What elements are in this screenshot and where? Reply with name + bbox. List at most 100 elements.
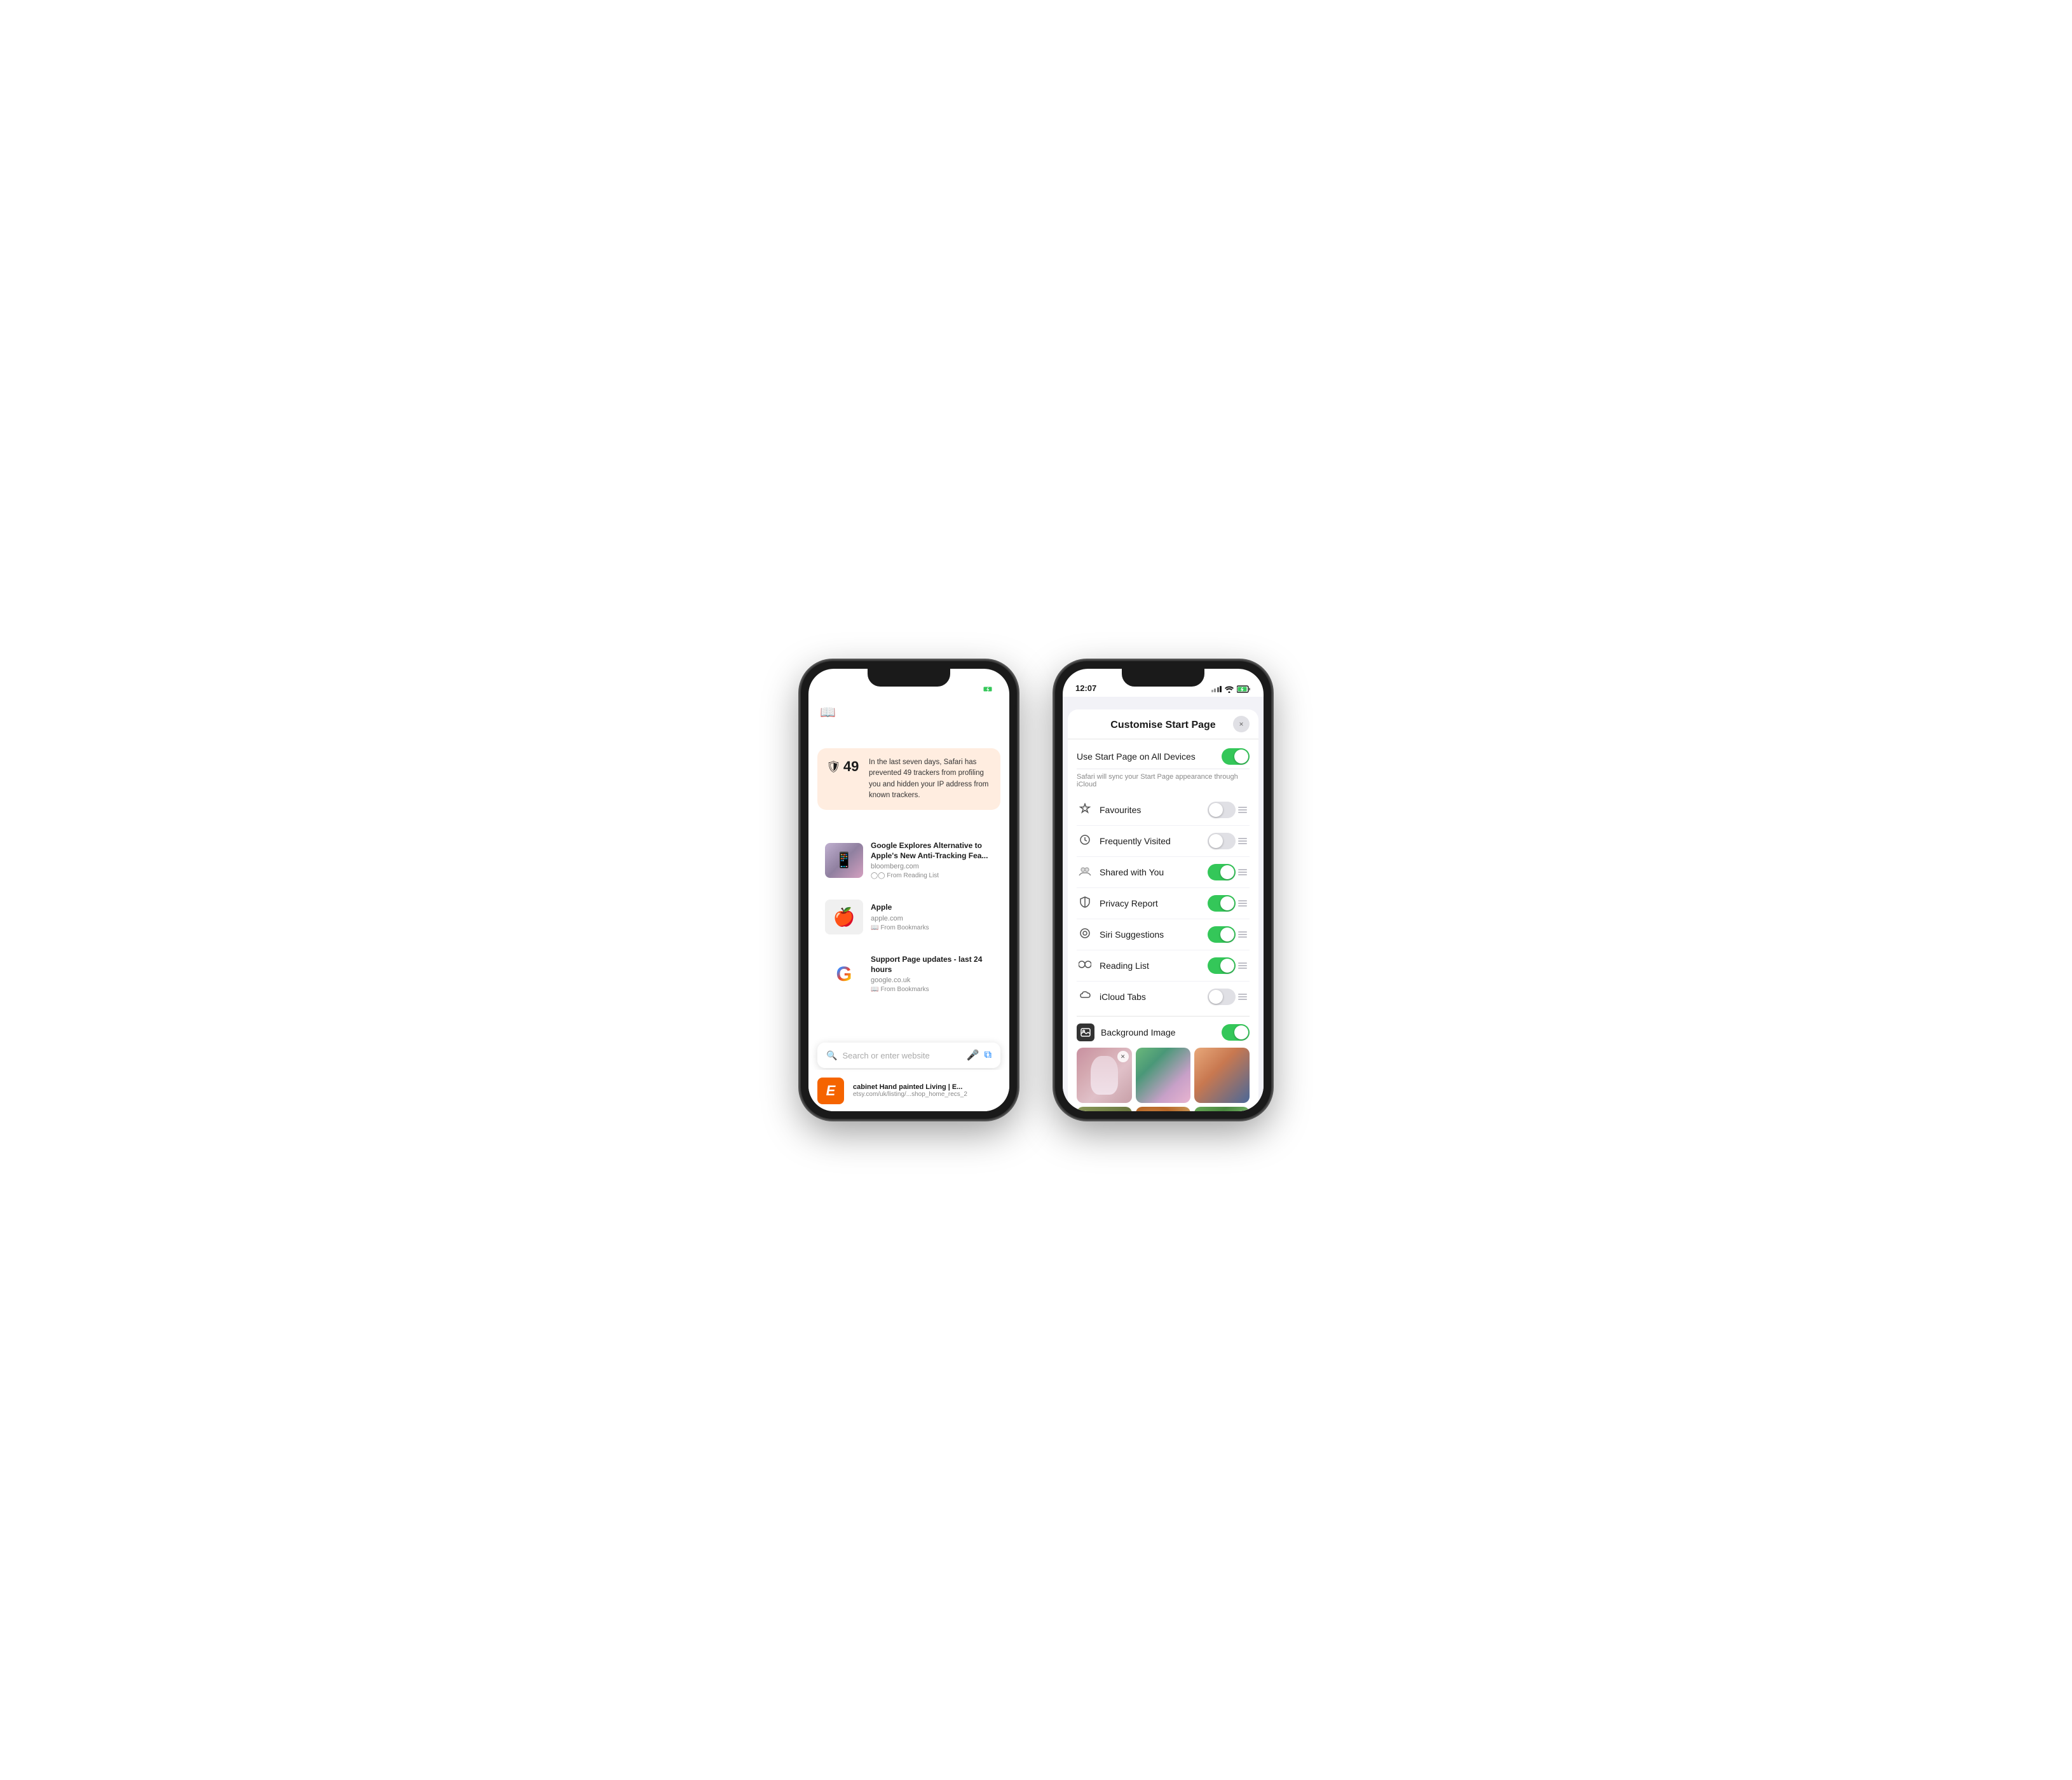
apple-source: 📖 From Bookmarks bbox=[871, 924, 993, 931]
bg-thumb-1[interactable] bbox=[1077, 1048, 1132, 1103]
search-bar[interactable]: 🔍 Search or enter website 🎤 ⧉ bbox=[817, 1043, 1000, 1068]
reading-list-drag-handle[interactable] bbox=[1236, 960, 1250, 971]
etsy-icon: E bbox=[817, 1078, 844, 1104]
settings-row-frequently-visited: Frequently Visited bbox=[1077, 826, 1250, 857]
shared-with-you-drag-handle[interactable] bbox=[1236, 866, 1250, 878]
siri-title: Siri Suggestions bbox=[817, 812, 918, 827]
bg-thumb-4[interactable] bbox=[1077, 1107, 1132, 1111]
settings-row-siri-suggestions: Siri Suggestions bbox=[1077, 919, 1250, 950]
favourites-icon bbox=[1077, 803, 1093, 818]
siri-header: Siri Suggestions Show All › bbox=[817, 812, 1000, 827]
right-screen-content: Customise Start Page × Use Start Page on… bbox=[1063, 697, 1264, 1111]
google-domain: google.co.uk bbox=[871, 976, 993, 984]
bg-thumb-3[interactable] bbox=[1194, 1048, 1250, 1103]
google-title: Support Page updates - last 24 hours bbox=[871, 955, 993, 975]
reading-list-toggle[interactable] bbox=[1208, 957, 1236, 974]
left-phone: 11:24 bbox=[801, 661, 1017, 1119]
modal-header: Customise Start Page × bbox=[1068, 709, 1258, 739]
frequently-visited-label: Frequently Visited bbox=[1100, 836, 1208, 846]
main-toggle-row: Use Start Page on All Devices bbox=[1077, 739, 1250, 769]
apple-domain: apple.com bbox=[871, 915, 993, 922]
bloomberg-info: Google Explores Alternative to Apple's N… bbox=[871, 841, 993, 879]
background-image-section: Background Image bbox=[1068, 1016, 1258, 1111]
bottom-card-title: cabinet Hand painted Living | E... bbox=[853, 1083, 1000, 1091]
icloud-tabs-drag-handle[interactable] bbox=[1236, 991, 1250, 1003]
background-image-icon bbox=[1077, 1023, 1094, 1041]
settings-row-shared-with-you: Shared with You bbox=[1077, 857, 1250, 888]
icloud-tabs-toggle[interactable] bbox=[1208, 989, 1236, 1005]
toggle-knob bbox=[1234, 750, 1248, 763]
toggle-section: Use Start Page on All Devices Safari wil… bbox=[1068, 739, 1258, 795]
bottom-card-etsy[interactable]: E cabinet Hand painted Living | E... ets… bbox=[808, 1070, 1009, 1111]
right-battery-icon bbox=[1237, 685, 1251, 693]
siri-suggestions-section: Siri Suggestions Show All › 📱 Google Exp… bbox=[817, 812, 1000, 1006]
privacy-card[interactable]: 🛡 49 In the last seven days, Safari has … bbox=[817, 748, 1000, 810]
wifi-icon bbox=[970, 685, 980, 693]
apple-title: Apple bbox=[871, 903, 993, 913]
battery-icon bbox=[983, 685, 997, 693]
main-toggle-label: Use Start Page on All Devices bbox=[1077, 751, 1196, 762]
google-info: Support Page updates - last 24 hours goo… bbox=[871, 955, 993, 993]
background-image-toggle[interactable] bbox=[1222, 1024, 1250, 1041]
bg-thumb-6[interactable] bbox=[1194, 1107, 1250, 1111]
frequently-visited-drag-handle[interactable] bbox=[1236, 835, 1250, 847]
settings-list: Favourites bbox=[1068, 795, 1258, 1012]
suggestion-card-apple[interactable]: 🍎 Apple apple.com 📖 From Bookmarks bbox=[817, 892, 1000, 942]
privacy-section: Privacy Report 🛡 49 In the last seven da… bbox=[817, 725, 1000, 810]
signal-icon bbox=[957, 686, 968, 692]
search-input[interactable]: Search or enter website bbox=[842, 1051, 961, 1060]
background-image-grid bbox=[1077, 1048, 1250, 1111]
right-phone: 12:07 bbox=[1055, 661, 1271, 1119]
settings-row-icloud-tabs: iCloud Tabs bbox=[1077, 982, 1250, 1012]
privacy-report-drag-handle[interactable] bbox=[1236, 898, 1250, 909]
reading-list-label: Reading List bbox=[1100, 961, 1208, 971]
right-notch bbox=[1122, 669, 1204, 687]
google-source: 📖 From Bookmarks bbox=[871, 986, 993, 993]
frequently-visited-toggle[interactable] bbox=[1208, 833, 1236, 849]
privacy-report-label: Privacy Report bbox=[1100, 898, 1208, 908]
reading-list-icon bbox=[1077, 960, 1093, 972]
favourites-toggle[interactable] bbox=[1208, 802, 1236, 818]
show-all-button[interactable]: Show All › bbox=[964, 815, 1000, 825]
siri-suggestions-toggle[interactable] bbox=[1208, 926, 1236, 943]
shared-with-you-toggle[interactable] bbox=[1208, 864, 1236, 880]
main-toggle-switch[interactable] bbox=[1222, 748, 1250, 765]
bookmarks-icon: 📖 bbox=[820, 704, 836, 720]
suggestion-card-google[interactable]: G Support Page updates - last 24 hours g… bbox=[817, 947, 1000, 1001]
bg-thumb-2[interactable] bbox=[1136, 1048, 1191, 1103]
notch bbox=[868, 669, 950, 687]
suggestion-card-bloomberg[interactable]: 📱 Google Explores Alternative to Apple's… bbox=[817, 833, 1000, 887]
siri-suggestions-drag-handle[interactable] bbox=[1236, 929, 1250, 940]
favourites-label: Favourites bbox=[1100, 805, 1208, 815]
icloud-tabs-icon bbox=[1077, 991, 1093, 1003]
privacy-title: Privacy Report bbox=[817, 725, 1000, 742]
tabs-icon[interactable]: ⧉ bbox=[985, 1050, 992, 1061]
siri-suggestions-label: Siri Suggestions bbox=[1100, 929, 1208, 940]
microphone-icon[interactable]: 🎤 bbox=[967, 1049, 979, 1062]
right-phone-screen: 12:07 bbox=[1063, 669, 1264, 1111]
modal-close-button[interactable]: × bbox=[1233, 716, 1250, 732]
favourites-drag-handle[interactable] bbox=[1236, 804, 1250, 816]
background-image-label: Background Image bbox=[1101, 1027, 1222, 1037]
left-screen-content: 📖 Privacy Report 🛡 49 In the last seven … bbox=[808, 697, 1009, 1111]
bloomberg-domain: bloomberg.com bbox=[871, 863, 993, 870]
right-time-display: 12:07 bbox=[1075, 683, 1096, 693]
bloomberg-thumbnail: 📱 bbox=[825, 843, 863, 878]
bottom-card-domain: etsy.com/uk/listing/...shop_home_recs_2 bbox=[853, 1091, 1000, 1098]
bloomberg-source: ◯◯ From Reading List bbox=[871, 872, 993, 879]
settings-row-reading-list: Reading List bbox=[1077, 950, 1250, 982]
search-icon: 🔍 bbox=[826, 1050, 837, 1061]
privacy-badge: 🛡 49 bbox=[826, 758, 861, 775]
privacy-report-icon bbox=[1077, 896, 1093, 911]
bg-thumb-5[interactable] bbox=[1136, 1107, 1191, 1111]
apple-thumbnail: 🍎 bbox=[825, 900, 863, 934]
background-image-header: Background Image bbox=[1077, 1016, 1250, 1048]
shared-with-you-label: Shared with You bbox=[1100, 867, 1208, 877]
bottom-card-info: cabinet Hand painted Living | E... etsy.… bbox=[853, 1083, 1000, 1098]
time-display: 11:24 bbox=[821, 683, 842, 693]
right-signal-icon bbox=[1211, 686, 1222, 692]
privacy-report-toggle[interactable] bbox=[1208, 895, 1236, 912]
settings-row-favourites: Favourites bbox=[1077, 795, 1250, 826]
left-phone-screen: 11:24 bbox=[808, 669, 1009, 1111]
modal-title: Customise Start Page bbox=[1110, 720, 1215, 731]
